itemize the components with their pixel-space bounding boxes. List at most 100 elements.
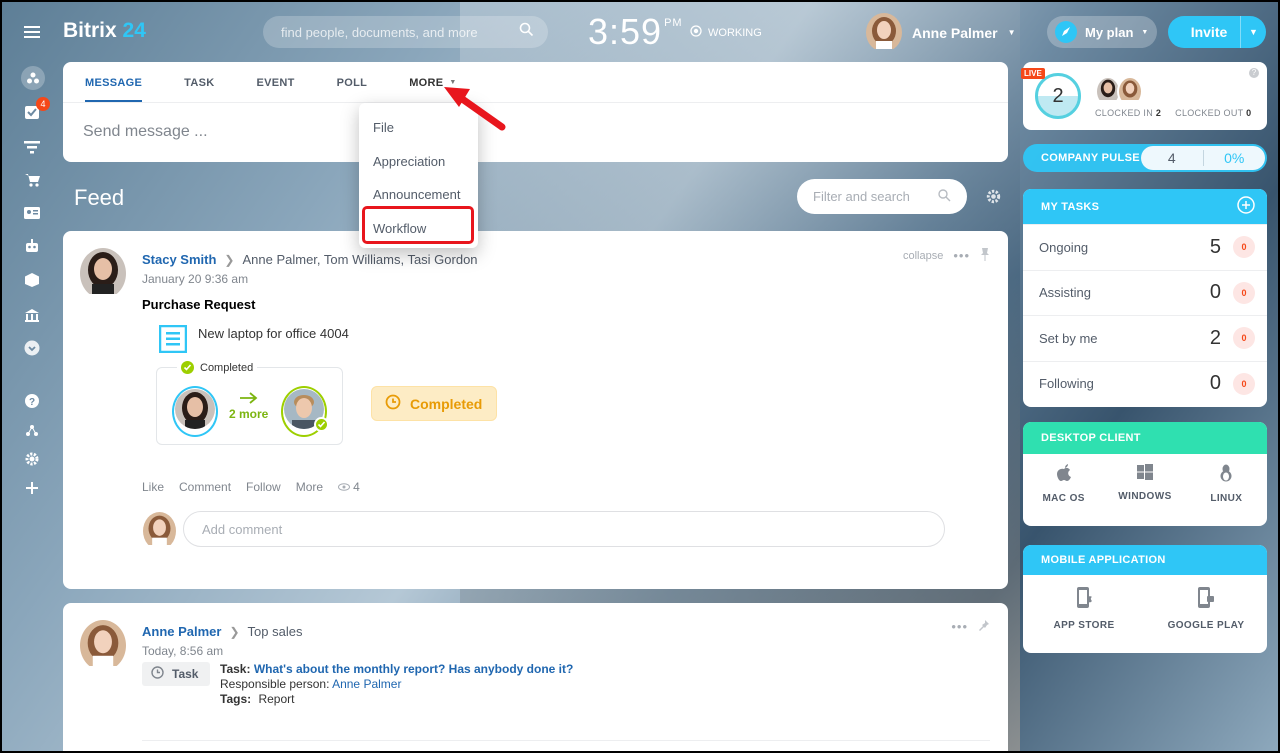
macos-download[interactable]: MAC OS <box>1029 464 1099 504</box>
company-pulse-label: COMPANY PULSE <box>1041 152 1140 164</box>
settings-gear-icon[interactable] <box>22 449 42 469</box>
task-counter-row[interactable]: Following 0 0 <box>1023 360 1267 407</box>
help-icon[interactable]: ? <box>22 391 42 411</box>
more-dots-icon[interactable]: ••• <box>951 619 968 634</box>
post-recipients[interactable]: Top sales <box>248 624 303 639</box>
user-menu[interactable]: Anne Palmer ▼ <box>866 13 1016 52</box>
views-counter[interactable]: 4 <box>338 480 360 494</box>
search-placeholder: find people, documents, and more <box>281 24 478 40</box>
help-icon[interactable]: ? <box>1249 68 1259 78</box>
follow-link[interactable]: Follow <box>246 480 281 494</box>
responsible-label: Responsible person: <box>220 677 330 691</box>
search-icon[interactable] <box>519 22 534 42</box>
post-composer: MESSAGE TASK EVENT POLL MORE ▼ Send messa… <box>63 62 1008 162</box>
clock[interactable]: 3:59 PM <box>588 11 683 53</box>
google-play-link[interactable]: GOOGLE PLAY <box>1161 587 1251 631</box>
pin-icon[interactable] <box>980 247 990 264</box>
app-store-link[interactable]: APP STORE <box>1039 587 1129 631</box>
task-info: Task: What's about the monthly report? H… <box>220 662 573 707</box>
like-link[interactable]: Like <box>142 480 164 494</box>
tab-event[interactable]: EVENT <box>256 77 294 101</box>
company-pulse[interactable]: COMPANY PULSE 4 0% <box>1023 144 1267 172</box>
tab-task[interactable]: TASK <box>184 77 214 101</box>
avatar[interactable] <box>80 620 126 671</box>
message-input[interactable]: Send message ... <box>83 123 208 141</box>
workflow-status: Completed <box>177 361 258 374</box>
tasks-icon[interactable]: 4 <box>22 97 50 122</box>
task-counter-row[interactable]: Assisting 0 0 <box>1023 269 1267 316</box>
tab-message[interactable]: MESSAGE <box>85 77 143 102</box>
more-chevron-icon[interactable] <box>22 338 42 358</box>
activity-stream-icon[interactable] <box>21 66 45 90</box>
chevron-down-icon[interactable]: ▼ <box>1240 16 1266 48</box>
tab-poll[interactable]: POLL <box>337 77 368 101</box>
post-date[interactable]: Today, 8:56 am <box>142 644 223 658</box>
user-name: Anne Palmer <box>912 24 998 41</box>
pin-icon[interactable] <box>978 619 990 634</box>
cart-icon[interactable] <box>22 170 42 190</box>
more-dots-icon[interactable]: ••• <box>953 248 970 263</box>
task-label: Task: <box>220 662 251 676</box>
windows-download[interactable]: WINDOWS <box>1110 464 1180 504</box>
desktop-client-widget: DESKTOP CLIENT MAC OS WINDOWS LINUX <box>1023 422 1267 526</box>
add-task-icon[interactable] <box>1237 196 1255 217</box>
linux-download[interactable]: LINUX <box>1191 464 1261 504</box>
svg-text:?: ? <box>29 397 35 408</box>
mobile-app-widget: MOBILE APPLICATION APP STORE GOOGLE PLAY <box>1023 545 1267 653</box>
brand-number: 24 <box>122 19 146 42</box>
post-author-link[interactable]: Stacy Smith <box>142 252 216 267</box>
global-search-input[interactable]: find people, documents, and more <box>263 16 548 48</box>
feed-settings-gear-icon[interactable] <box>986 189 1001 209</box>
task-title-link[interactable]: What's about the monthly report? Has any… <box>254 662 574 676</box>
task-counter-row[interactable]: Ongoing 5 0 <box>1023 224 1267 270</box>
task-counter-row[interactable]: Set by me 2 0 <box>1023 315 1267 361</box>
timeman-widget[interactable]: 2 CLOCKED IN 2 CLOCKED OUT 0 ? <box>1023 62 1267 130</box>
more-link[interactable]: More <box>296 480 323 494</box>
menu-item-announcement[interactable]: Announcement <box>359 178 478 212</box>
post-tools: ••• <box>951 619 990 634</box>
my-plan-button[interactable]: My plan ▼ <box>1047 16 1157 48</box>
building-icon[interactable] <box>22 305 42 325</box>
post-recipients[interactable]: Anne Palmer, Tom Williams, Tasi Gordon <box>242 252 477 267</box>
post-author-link[interactable]: Anne Palmer <box>142 624 221 639</box>
hamburger-menu-icon[interactable] <box>22 22 42 42</box>
document-title[interactable]: New laptop for office 4004 <box>198 326 349 341</box>
post-date[interactable]: January 20 9:36 am <box>142 272 248 286</box>
tag-value[interactable]: Report <box>258 692 294 706</box>
robot-icon[interactable] <box>22 236 42 256</box>
add-comment-input[interactable]: Add comment <box>183 511 945 547</box>
google-play-label: GOOGLE PLAY <box>1167 620 1245 631</box>
add-icon[interactable] <box>22 478 42 498</box>
work-status[interactable]: WORKING <box>690 25 762 40</box>
clock-in-stats: CLOCKED IN 2 CLOCKED OUT 0 <box>1095 108 1251 118</box>
views-count: 4 <box>353 480 360 494</box>
box-icon[interactable] <box>22 270 42 290</box>
filter-icon[interactable] <box>22 137 42 157</box>
menu-item-appreciation[interactable]: Appreciation <box>359 145 478 179</box>
avatar <box>1117 76 1143 107</box>
divider <box>63 102 1008 103</box>
my-tasks-header[interactable]: MY TASKS <box>1023 189 1267 224</box>
composer-tabs: MESSAGE TASK EVENT POLL MORE ▼ <box>85 77 499 102</box>
workflow-card[interactable]: Completed 2 more <box>156 361 343 445</box>
my-plan-label: My plan <box>1085 24 1134 40</box>
brand-logo[interactable]: Bitrix 24 <box>63 19 146 43</box>
feed-filter-input[interactable]: Filter and search <box>797 179 967 214</box>
avatar[interactable] <box>80 248 126 299</box>
menu-item-workflow[interactable]: Workflow <box>359 212 478 246</box>
rocket-icon <box>1055 21 1077 43</box>
feed-post: Stacy Smith ❯ Anne Palmer, Tom Williams,… <box>63 231 1008 589</box>
clock-time: 3:59 <box>588 11 663 52</box>
workflow-more[interactable]: 2 more <box>229 392 268 421</box>
tags-label: Tags: <box>220 692 252 706</box>
search-icon[interactable] <box>938 188 951 205</box>
collapse-link[interactable]: collapse <box>903 250 943 262</box>
task-row-label: Set by me <box>1039 330 1098 346</box>
avatar <box>172 386 218 437</box>
invite-button[interactable]: Invite ▼ <box>1168 16 1266 48</box>
feed-title: Feed <box>74 185 125 210</box>
responsible-link[interactable]: Anne Palmer <box>332 677 401 691</box>
comment-link[interactable]: Comment <box>179 480 231 494</box>
network-icon[interactable] <box>22 420 42 440</box>
contacts-icon[interactable] <box>22 203 42 223</box>
